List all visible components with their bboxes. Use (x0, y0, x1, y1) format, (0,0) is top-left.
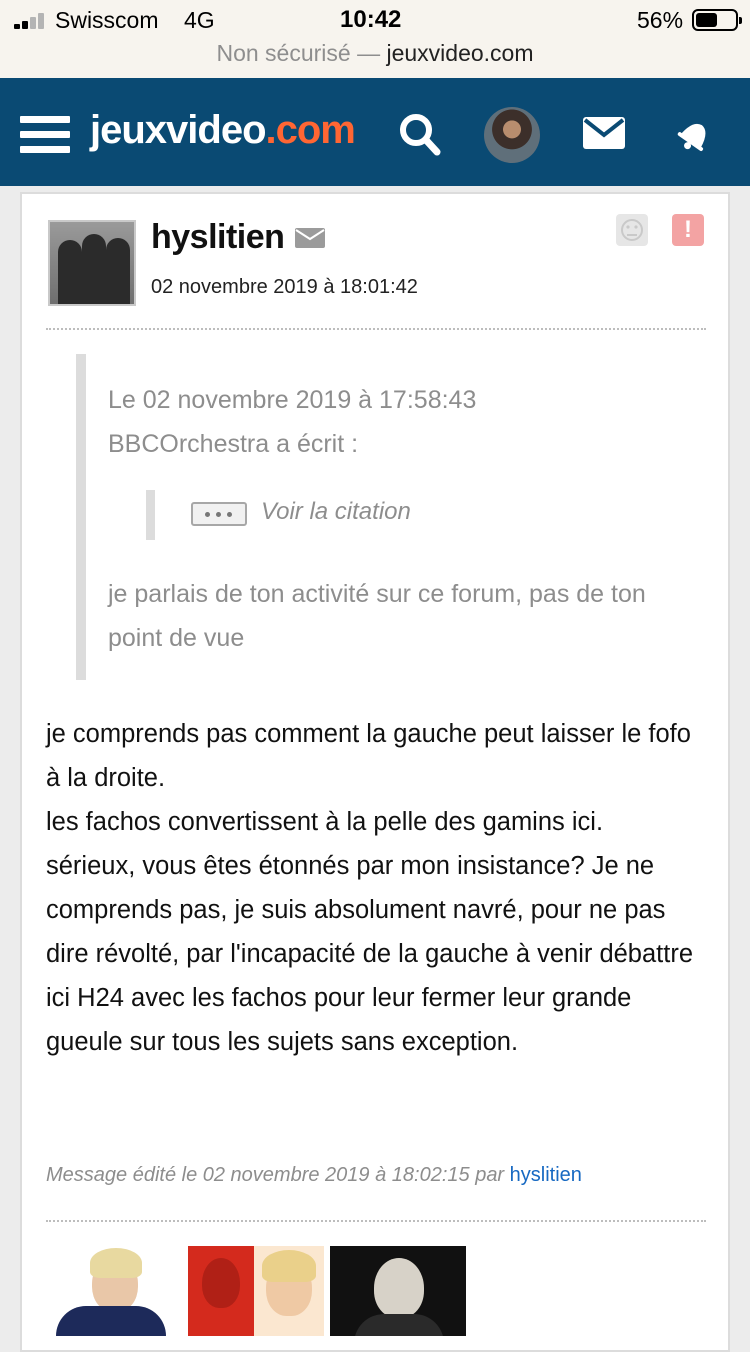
message-line: les fachos convertissent à la pelle des … (46, 808, 604, 836)
url-separator: — (357, 40, 381, 66)
author-avatar[interactable] (48, 220, 136, 306)
logo-suffix: .com (265, 108, 356, 152)
security-label: Non sécurisé (216, 40, 351, 66)
url-domain: jeuxvideo.com (386, 40, 534, 66)
signature-image (46, 1246, 172, 1336)
site-logo[interactable]: jeuxvideo.com (90, 108, 356, 153)
forum-post: hyslitien 02 novembre 2019 à 18:01:42 ! … (20, 192, 730, 1352)
battery-percent: 56% (637, 7, 684, 33)
divider (46, 1220, 706, 1222)
logo-text: jeuxvideo (90, 108, 267, 152)
nested-quote: Voir la citation (146, 490, 411, 540)
search-icon[interactable] (398, 112, 442, 158)
quote-author: BBCOrchestra a écrit : (108, 430, 359, 458)
author-name[interactable]: hyslitien (151, 218, 285, 257)
menu-icon[interactable] (20, 114, 70, 154)
clock: 10:42 (340, 6, 402, 33)
quote-block: Le 02 novembre 2019 à 17:58:43 BBCOrches… (76, 354, 696, 680)
show-quote-link[interactable]: Voir la citation (261, 498, 411, 526)
quote-text: je parlais de ton activité sur ce forum,… (108, 580, 646, 652)
network-type: 4G (184, 7, 215, 33)
sad-face-icon[interactable] (616, 214, 648, 246)
divider (46, 328, 706, 330)
post-date[interactable]: 02 novembre 2019 à 18:01:42 (151, 276, 418, 299)
signature-image (188, 1246, 324, 1336)
battery-icon (692, 9, 742, 31)
post-message: je comprends pas comment la gauche peut … (46, 712, 712, 1064)
edit-author-link[interactable]: hyslitien (510, 1164, 582, 1186)
bell-icon[interactable] (675, 116, 715, 154)
signal-icon (14, 13, 48, 29)
message-line: sérieux, vous êtes étonnés par mon insis… (46, 852, 694, 1056)
ellipsis-icon[interactable] (191, 502, 247, 526)
carrier-name: Swisscom (55, 7, 159, 33)
signature-image (330, 1246, 466, 1336)
user-avatar-button[interactable] (484, 107, 540, 163)
send-message-icon[interactable] (295, 228, 325, 248)
address-bar[interactable]: Non sécurisé — jeuxvideo.com (0, 40, 750, 78)
message-line: je comprends pas comment la gauche peut … (46, 720, 691, 792)
mail-icon[interactable] (582, 116, 626, 150)
quote-date: Le 02 novembre 2019 à 17:58:43 (108, 386, 477, 414)
edit-notice-text: Message édité le 02 novembre 2019 à 18:0… (46, 1164, 505, 1186)
edit-notice: Message édité le 02 novembre 2019 à 18:0… (46, 1164, 582, 1187)
report-icon[interactable]: ! (672, 214, 704, 246)
site-header: jeuxvideo.com (0, 78, 750, 186)
status-bar: Swisscom 4G 10:42 56% (0, 0, 750, 40)
